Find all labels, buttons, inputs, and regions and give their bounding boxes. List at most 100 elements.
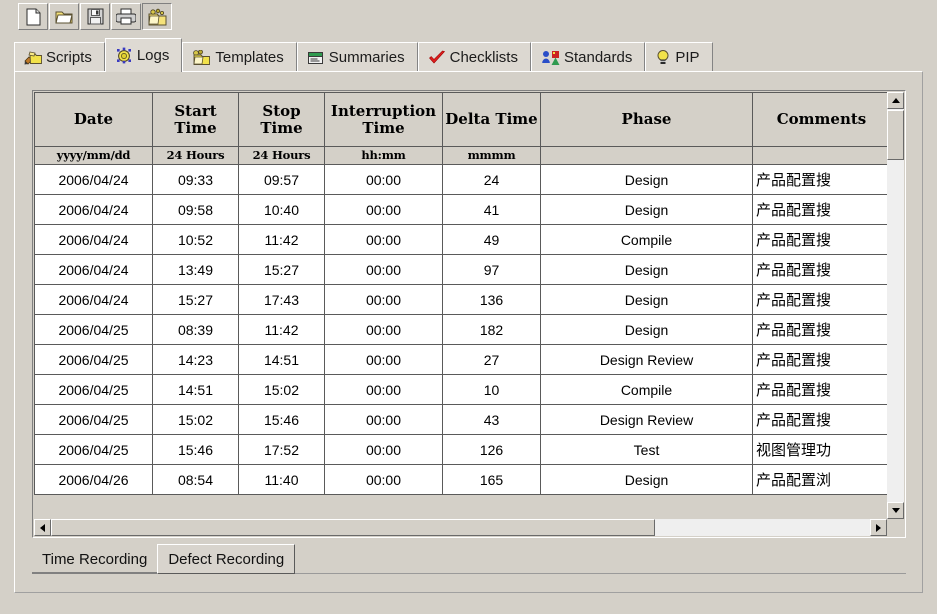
cell-start-time[interactable]: 14:51: [152, 374, 239, 405]
scroll-left-button[interactable]: [34, 519, 51, 536]
cell-comments[interactable]: 视图管理功: [752, 434, 891, 465]
cell-delta-time[interactable]: 165: [442, 464, 541, 495]
cell-start-time[interactable]: 08:54: [152, 464, 239, 495]
cell-interruption-time[interactable]: 00:00: [324, 254, 443, 285]
cell-stop-time[interactable]: 11:40: [238, 464, 325, 495]
cell-stop-time[interactable]: 10:40: [238, 194, 325, 225]
table-row[interactable]: 2006/04/24 15:27 17:43 00:00 136 Design 产品配置搜: [34, 284, 891, 315]
cell-interruption-time[interactable]: 00:00: [324, 434, 443, 465]
cell-comments[interactable]: 产品配置搜: [752, 164, 891, 195]
cell-interruption-time[interactable]: 00:00: [324, 164, 443, 195]
cell-start-time[interactable]: 15:46: [152, 434, 239, 465]
cell-phase[interactable]: Design: [540, 314, 753, 345]
scroll-up-button[interactable]: [887, 92, 904, 109]
cell-comments[interactable]: 产品配置搜: [752, 224, 891, 255]
table-row[interactable]: 2006/04/24 09:58 10:40 00:00 41 Design 产品配置搜: [34, 194, 891, 225]
cell-delta-time[interactable]: 136: [442, 284, 541, 315]
cell-interruption-time[interactable]: 00:00: [324, 194, 443, 225]
vertical-scroll-thumb[interactable]: [887, 110, 904, 160]
table-row[interactable]: 2006/04/24 10:52 11:42 00:00 49 Compile 产品配置搜: [34, 224, 891, 255]
cell-phase[interactable]: Design Review: [540, 344, 753, 375]
tab-checklists[interactable]: Checklists: [417, 42, 531, 72]
cell-stop-time[interactable]: 15:02: [238, 374, 325, 405]
cell-interruption-time[interactable]: 00:00: [324, 224, 443, 255]
cell-phase[interactable]: Compile: [540, 224, 753, 255]
column-header-comments[interactable]: Comments: [752, 92, 891, 147]
cell-start-time[interactable]: 10:52: [152, 224, 239, 255]
cell-start-time[interactable]: 09:33: [152, 164, 239, 195]
script-tool-button[interactable]: [142, 3, 172, 30]
cell-stop-time[interactable]: 14:51: [238, 344, 325, 375]
tab-logs[interactable]: Logs: [104, 38, 183, 72]
cell-stop-time[interactable]: 17:43: [238, 284, 325, 315]
cell-phase[interactable]: Design: [540, 464, 753, 495]
cell-interruption-time[interactable]: 00:00: [324, 404, 443, 435]
cell-date[interactable]: 2006/04/24: [34, 194, 153, 225]
cell-comments[interactable]: 产品配置搜: [752, 194, 891, 225]
cell-delta-time[interactable]: 43: [442, 404, 541, 435]
table-row[interactable]: 2006/04/24 13:49 15:27 00:00 97 Design 产品配置搜: [34, 254, 891, 285]
cell-delta-time[interactable]: 49: [442, 224, 541, 255]
cell-date[interactable]: 2006/04/24: [34, 284, 153, 315]
tab-standards[interactable]: Standards: [530, 42, 646, 72]
cell-start-time[interactable]: 13:49: [152, 254, 239, 285]
column-header-delta-time[interactable]: Delta Time: [442, 92, 541, 147]
vertical-scrollbar[interactable]: [887, 92, 904, 536]
cell-interruption-time[interactable]: 00:00: [324, 374, 443, 405]
cell-stop-time[interactable]: 09:57: [238, 164, 325, 195]
cell-comments[interactable]: 产品配置搜: [752, 344, 891, 375]
cell-start-time[interactable]: 15:27: [152, 284, 239, 315]
horizontal-scrollbar[interactable]: [34, 519, 887, 536]
cell-comments[interactable]: 产品配置搜: [752, 374, 891, 405]
column-header-start-time[interactable]: Start Time: [152, 92, 239, 147]
cell-date[interactable]: 2006/04/25: [34, 314, 153, 345]
cell-comments[interactable]: 产品配置搜: [752, 314, 891, 345]
cell-comments[interactable]: 产品配置搜: [752, 284, 891, 315]
column-header-interruption-time[interactable]: Interruption Time: [324, 92, 443, 147]
cell-delta-time[interactable]: 97: [442, 254, 541, 285]
cell-date[interactable]: 2006/04/25: [34, 434, 153, 465]
cell-interruption-time[interactable]: 00:00: [324, 344, 443, 375]
scroll-right-button[interactable]: [870, 519, 887, 536]
column-header-stop-time[interactable]: Stop Time: [238, 92, 325, 147]
table-row[interactable]: 2006/04/24 09:33 09:57 00:00 24 Design 产品配置搜: [34, 164, 891, 195]
cell-phase[interactable]: Design: [540, 254, 753, 285]
cell-start-time[interactable]: 09:58: [152, 194, 239, 225]
column-header-phase[interactable]: Phase: [540, 92, 753, 147]
cell-delta-time[interactable]: 182: [442, 314, 541, 345]
cell-stop-time[interactable]: 17:52: [238, 434, 325, 465]
cell-start-time[interactable]: 15:02: [152, 404, 239, 435]
cell-stop-time[interactable]: 15:27: [238, 254, 325, 285]
cell-phase[interactable]: Compile: [540, 374, 753, 405]
cell-date[interactable]: 2006/04/25: [34, 404, 153, 435]
table-row[interactable]: 2006/04/25 08:39 11:42 00:00 182 Design 产品配置搜: [34, 314, 891, 345]
cell-stop-time[interactable]: 11:42: [238, 224, 325, 255]
cell-delta-time[interactable]: 126: [442, 434, 541, 465]
cell-delta-time[interactable]: 41: [442, 194, 541, 225]
cell-phase[interactable]: Design Review: [540, 404, 753, 435]
cell-date[interactable]: 2006/04/25: [34, 344, 153, 375]
cell-comments[interactable]: 产品配置浏: [752, 464, 891, 495]
cell-delta-time[interactable]: 24: [442, 164, 541, 195]
cell-delta-time[interactable]: 27: [442, 344, 541, 375]
cell-comments[interactable]: 产品配置搜: [752, 404, 891, 435]
save-button[interactable]: [80, 3, 110, 30]
new-document-button[interactable]: [18, 3, 48, 30]
cell-interruption-time[interactable]: 00:00: [324, 314, 443, 345]
column-header-date[interactable]: Date: [34, 92, 153, 147]
print-button[interactable]: [111, 3, 141, 30]
tab-templates[interactable]: Templates: [182, 42, 297, 72]
table-row[interactable]: 2006/04/26 08:54 11:40 00:00 165 Design 产品配置浏: [34, 464, 891, 495]
cell-start-time[interactable]: 14:23: [152, 344, 239, 375]
cell-date[interactable]: 2006/04/24: [34, 164, 153, 195]
scroll-down-button[interactable]: [887, 502, 904, 519]
cell-start-time[interactable]: 08:39: [152, 314, 239, 345]
cell-stop-time[interactable]: 11:42: [238, 314, 325, 345]
cell-comments[interactable]: 产品配置搜: [752, 254, 891, 285]
cell-date[interactable]: 2006/04/26: [34, 464, 153, 495]
cell-date[interactable]: 2006/04/24: [34, 254, 153, 285]
tab-scripts[interactable]: Scripts: [14, 42, 105, 72]
cell-delta-time[interactable]: 10: [442, 374, 541, 405]
cell-date[interactable]: 2006/04/24: [34, 224, 153, 255]
cell-phase[interactable]: Test: [540, 434, 753, 465]
